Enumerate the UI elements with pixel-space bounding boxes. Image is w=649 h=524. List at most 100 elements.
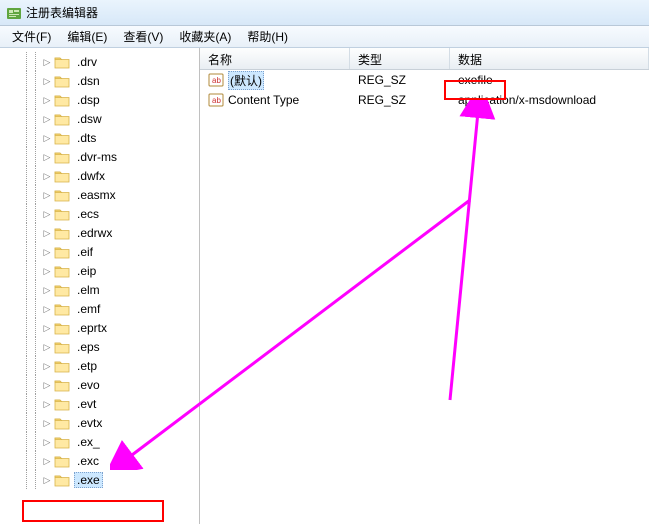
expand-icon[interactable]: ▷: [42, 399, 52, 409]
folder-icon: [54, 378, 70, 392]
expand-icon[interactable]: ▷: [42, 304, 52, 314]
expand-icon[interactable]: ▷: [42, 456, 52, 466]
menu-favorites[interactable]: 收藏夹(A): [171, 26, 239, 47]
folder-icon: [54, 188, 70, 202]
folder-icon: [54, 302, 70, 316]
folder-icon: [54, 321, 70, 335]
tree-item[interactable]: ▷ .eip: [2, 261, 199, 280]
string-value-icon: ab: [208, 72, 224, 88]
tree-pane[interactable]: ▷.drv▷.dsn▷.dsp▷.dsw▷.dts▷.dvr-ms▷.dwfx▷…: [0, 48, 200, 524]
tree-item-label: .easmx: [74, 188, 119, 202]
expand-icon[interactable]: ▷: [42, 95, 52, 105]
list-row[interactable]: abContent TypeREG_SZapplication/x-msdown…: [200, 90, 649, 110]
tree-item[interactable]: ▷ .dsw: [2, 109, 199, 128]
folder-icon: [54, 207, 70, 221]
tree-item-label: .eip: [74, 264, 99, 278]
value-name-label: (默认): [228, 71, 264, 90]
menu-file[interactable]: 文件(F): [4, 26, 59, 47]
menu-bar: 文件(F) 编辑(E) 查看(V) 收藏夹(A) 帮助(H): [0, 26, 649, 48]
tree-item-label: .dvr-ms: [74, 150, 120, 164]
folder-icon: [54, 340, 70, 354]
regedit-icon: [6, 5, 22, 21]
menu-edit[interactable]: 编辑(E): [59, 26, 115, 47]
expand-icon[interactable]: ▷: [42, 114, 52, 124]
tree-item[interactable]: ▷.drv: [2, 52, 199, 71]
tree-item[interactable]: ▷.emf: [2, 299, 199, 318]
value-name-label: Content Type: [228, 93, 299, 107]
tree-item[interactable]: ▷ .easmx: [2, 185, 199, 204]
tree-item-label: .edrwx: [74, 226, 115, 240]
expand-icon[interactable]: ▷: [42, 342, 52, 352]
expand-icon[interactable]: ▷: [42, 323, 52, 333]
folder-icon: [54, 74, 70, 88]
tree-item-label: .dsp: [74, 93, 103, 107]
tree-item[interactable]: ▷ .eif: [2, 242, 199, 261]
cell-type: REG_SZ: [350, 93, 450, 107]
tree-item-label: .exe: [74, 472, 103, 488]
folder-icon: [54, 169, 70, 183]
cell-data: exefile: [450, 73, 649, 87]
tree-item-label: .evo: [74, 378, 103, 392]
expand-icon[interactable]: ▷: [42, 247, 52, 257]
folder-icon: [54, 131, 70, 145]
tree-item[interactable]: ▷.exc: [2, 451, 199, 470]
tree-item[interactable]: ▷.dsn: [2, 71, 199, 90]
column-name[interactable]: 名称: [200, 48, 350, 69]
menu-help[interactable]: 帮助(H): [239, 26, 296, 47]
tree-item[interactable]: ▷ .evo: [2, 375, 199, 394]
folder-icon: [54, 283, 70, 297]
tree-item-label: .evtx: [74, 416, 105, 430]
expand-icon[interactable]: ▷: [42, 266, 52, 276]
tree-item[interactable]: ▷ .eprtx: [2, 318, 199, 337]
tree-item[interactable]: ▷.evt: [2, 394, 199, 413]
tree-item[interactable]: ▷ .dsp: [2, 90, 199, 109]
tree-item[interactable]: ▷ .ecs: [2, 204, 199, 223]
expand-icon[interactable]: ▷: [42, 361, 52, 371]
tree-item-label: .ecs: [74, 207, 102, 221]
tree-item[interactable]: ▷.dwfx: [2, 166, 199, 185]
tree-item[interactable]: ▷ .etp: [2, 356, 199, 375]
tree-item-label: .etp: [74, 359, 100, 373]
tree-item-label: .dsw: [74, 112, 105, 126]
expand-icon[interactable]: ▷: [42, 228, 52, 238]
tree-item[interactable]: ▷ .eps: [2, 337, 199, 356]
tree-item[interactable]: ▷ .edrwx: [2, 223, 199, 242]
expand-icon[interactable]: ▷: [42, 171, 52, 181]
expand-icon[interactable]: ▷: [42, 475, 52, 485]
content-area: ▷.drv▷.dsn▷.dsp▷.dsw▷.dts▷.dvr-ms▷.dwfx▷…: [0, 48, 649, 524]
column-data[interactable]: 数据: [450, 48, 649, 69]
expand-icon[interactable]: ▷: [42, 57, 52, 67]
expand-icon[interactable]: ▷: [42, 380, 52, 390]
cell-type: REG_SZ: [350, 73, 450, 87]
tree-item[interactable]: ▷.dts: [2, 128, 199, 147]
tree-item[interactable]: ▷ .exe: [2, 470, 199, 489]
tree-item[interactable]: ▷ .ex_: [2, 432, 199, 451]
folder-icon: [54, 112, 70, 126]
folder-icon: [54, 454, 70, 468]
folder-icon: [54, 226, 70, 240]
menu-view[interactable]: 查看(V): [115, 26, 171, 47]
tree-item[interactable]: ▷ .evtx: [2, 413, 199, 432]
folder-icon: [54, 359, 70, 373]
expand-icon[interactable]: ▷: [42, 209, 52, 219]
svg-text:ab: ab: [212, 96, 221, 105]
list-pane[interactable]: 名称 类型 数据 ab(默认)REG_SZexefileabContent Ty…: [200, 48, 649, 524]
list-row[interactable]: ab(默认) REG_SZexefile: [200, 70, 649, 90]
tree-item-label: .eif: [74, 245, 96, 259]
tree-item-label: .eps: [74, 340, 103, 354]
expand-icon[interactable]: ▷: [42, 285, 52, 295]
tree-item[interactable]: ▷ .dvr-ms: [2, 147, 199, 166]
expand-icon[interactable]: ▷: [42, 152, 52, 162]
expand-icon[interactable]: ▷: [42, 190, 52, 200]
folder-icon: [54, 55, 70, 69]
expand-icon[interactable]: ▷: [42, 76, 52, 86]
folder-icon: [54, 93, 70, 107]
expand-icon[interactable]: ▷: [42, 437, 52, 447]
expand-icon[interactable]: ▷: [42, 133, 52, 143]
window-title: 注册表编辑器: [26, 4, 98, 21]
column-type[interactable]: 类型: [350, 48, 450, 69]
tree-item[interactable]: ▷.elm: [2, 280, 199, 299]
expand-icon[interactable]: ▷: [42, 418, 52, 428]
tree-item-label: .eprtx: [74, 321, 110, 335]
tree-item-label: .ex_: [74, 435, 103, 449]
